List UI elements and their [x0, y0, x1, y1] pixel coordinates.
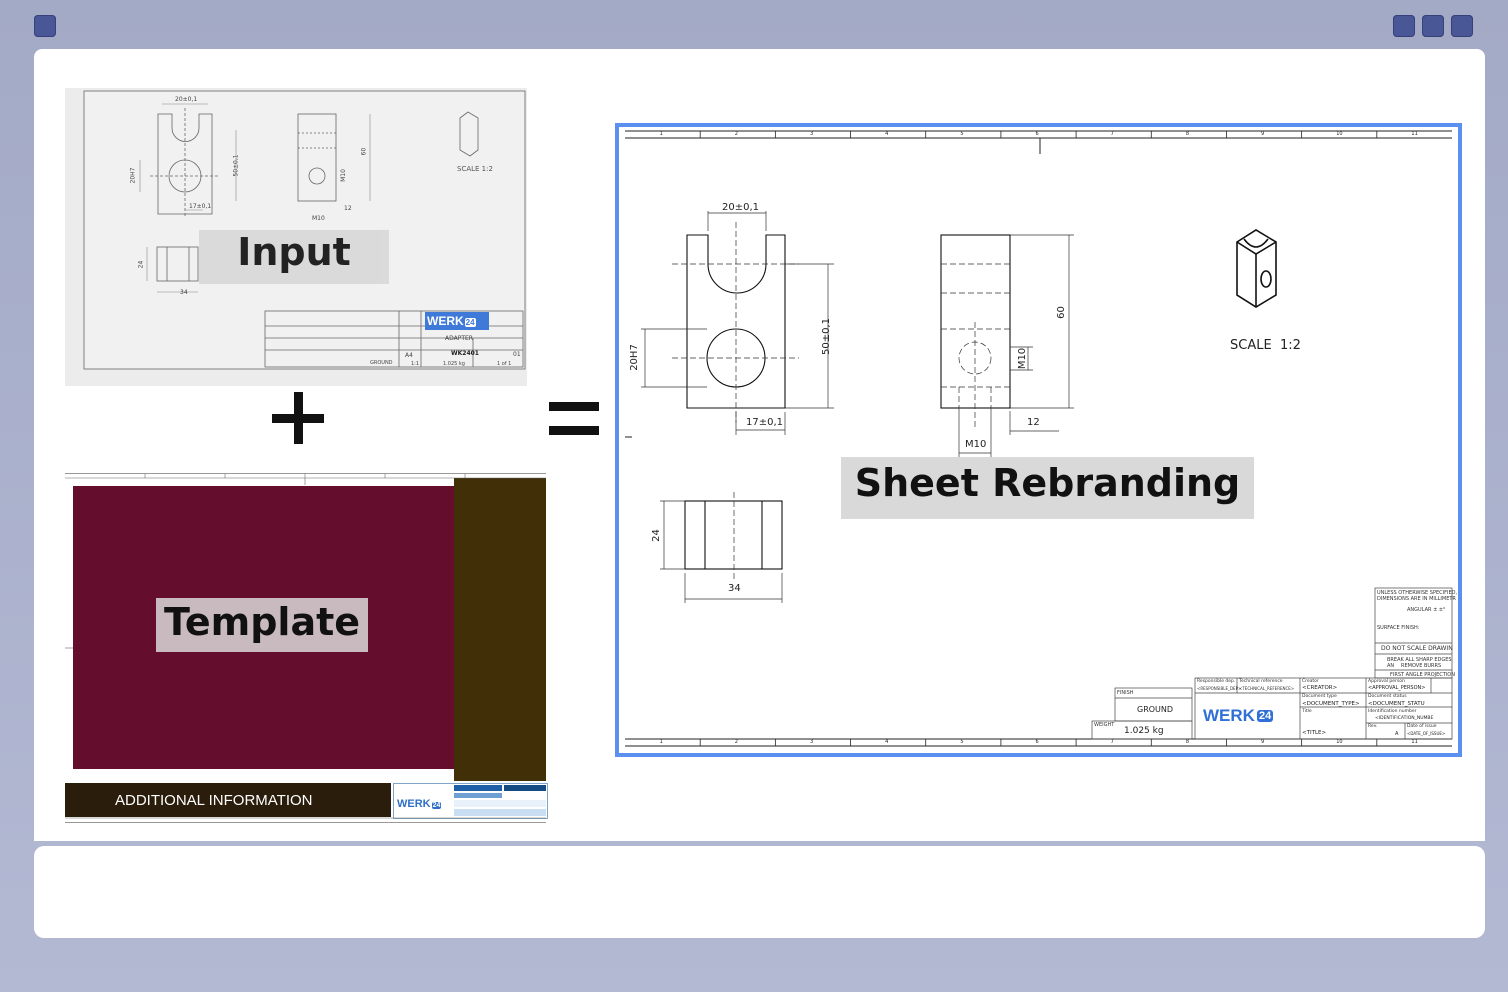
ruler-number: 4 [885, 739, 889, 745]
tb-approval-value: <APPROVAL_PERSON> [1368, 685, 1426, 691]
ruler-number: 10 [1336, 131, 1343, 137]
notes-no-scale: DO NOT SCALE DRAWIN [1381, 645, 1453, 652]
input-dim-thread: M10 [312, 215, 325, 222]
input-dim-total: 60 [360, 147, 368, 156]
input-part-no: WK2401 [451, 350, 479, 357]
maximize-button[interactable] [1422, 15, 1444, 37]
tb-tech-value: <TECHNICAL_REFERENCE> [1239, 686, 1295, 691]
tb-doctype-label: Document type [1302, 694, 1337, 699]
ruler-number: 4 [885, 131, 889, 137]
tb-resp-value: <RESPONSIBLE_DEP> [1197, 686, 1242, 691]
tb-title-label: Title [1302, 709, 1312, 714]
notes-surface: SURFACE FINISH: [1377, 625, 1420, 631]
equals-icon [549, 402, 599, 438]
ruler-number: 9 [1261, 131, 1265, 137]
output-dim-hole: 20H7 [628, 344, 640, 371]
ruler-number: 8 [1185, 131, 1190, 137]
weight-label: WEIGHT [1094, 722, 1115, 728]
sheet-rebranding-label: Sheet Rebranding [841, 457, 1254, 519]
input-rev: 01 [513, 351, 521, 358]
tb-docstatus-label: Document status [1368, 694, 1407, 699]
input-finish: GROUND [370, 360, 393, 366]
ruler-number: 5 [960, 131, 964, 137]
input-brand-num: 24 [464, 318, 476, 327]
ruler-number: 2 [734, 131, 738, 137]
ruler-number: 6 [1035, 131, 1039, 137]
output-dim-thread-h: M10 [965, 439, 987, 450]
input-dim-width: 20±0,1 [175, 96, 198, 103]
window-menu-button[interactable] [34, 15, 56, 37]
output-dim-side: 12 [1027, 417, 1040, 428]
input-dim-height: 50±0,1 [232, 154, 240, 177]
ruler-number: 3 [809, 739, 814, 745]
notes-break2: REMOVE BURRS [1401, 663, 1442, 669]
bottom-input-panel[interactable] [34, 846, 1485, 938]
minimize-button[interactable] [1393, 15, 1415, 37]
weight-value: 1.025 kg [1124, 726, 1164, 736]
input-weight: 1.025 kg [443, 361, 465, 367]
input-label: Input [199, 230, 389, 284]
input-brand-logo: WERK 24 [427, 314, 476, 328]
input-dim-offset: 17±0,1 [189, 203, 212, 210]
finish-label: FINISH [1117, 690, 1134, 696]
output-dim-total: 60 [1055, 306, 1067, 319]
tb-ident-value: <IDENTIFICATION_NUMBE [1375, 716, 1434, 721]
input-dim-thread-v: M10 [339, 169, 347, 182]
ruler-number: 7 [1110, 131, 1114, 137]
output-brand-logo: WERK 24 [1203, 706, 1274, 726]
tb-creator-value: <CREATOR> [1302, 685, 1338, 691]
tb-ident-label: Identification number [1368, 709, 1417, 714]
output-dim-offset: 17±0,1 [746, 417, 784, 428]
notes-projection: FIRST ANGLE PROJECTION [1390, 672, 1455, 678]
plus-icon [272, 392, 324, 444]
notes-angular: ANGULAR ± ±° [1407, 607, 1446, 613]
ruler-number: 3 [809, 131, 814, 137]
input-scale-cell: 1:1 [411, 361, 420, 367]
input-sheet: 1 of 1 [497, 361, 512, 367]
tb-creator-label: Creator [1302, 679, 1319, 684]
tb-docstatus-value: <DOCUMENT_STATU [1368, 701, 1425, 707]
input-scale: SCALE 1:2 [457, 165, 493, 173]
output-dim-width: 20±0,1 [722, 202, 760, 213]
output-scale: SCALE 1:2 [1230, 338, 1301, 353]
ruler-number: 5 [960, 739, 964, 745]
output-dim-height: 50±0,1 [821, 317, 833, 356]
close-button[interactable] [1451, 15, 1473, 37]
tb-rev-label: Rev. [1368, 724, 1378, 729]
input-title: ADAPTER [445, 335, 473, 342]
tb-tech-label: Technical reference [1239, 679, 1283, 684]
finish-value: GROUND [1137, 705, 1174, 714]
ruler-number: 1 [659, 739, 663, 745]
tb-approval-label: Approval person [1368, 679, 1405, 684]
output-dim-thread-v: M10 [1017, 347, 1029, 370]
input-dim-side: 12 [344, 205, 352, 212]
tb-resp-label: Responsible dep. [1197, 679, 1236, 684]
ruler-number: 1 [659, 131, 663, 137]
ruler-number: 8 [1185, 739, 1190, 745]
ruler-number: 11 [1411, 739, 1418, 745]
input-dim-hole: 20H7 [129, 167, 137, 184]
ruler-number: 11 [1411, 131, 1418, 137]
output-sheet-card: 1 2 3 4 5 6 7 8 9 10 11 1 2 3 4 5 6 7 8 9 10 11 20±0,1 20H7 … [615, 123, 1462, 757]
output-dim-bottom-h: 24 [650, 529, 662, 542]
tb-rev-value: A [1395, 731, 1399, 737]
input-size: A4 [405, 352, 413, 359]
input-dim-bottom-w: 34 [180, 289, 188, 296]
output-brand-num: 24 [1256, 710, 1274, 722]
input-dim-bottom-h: 24 [137, 260, 145, 269]
notes-dims: DIMENSIONS ARE IN MILLIMETR [1377, 596, 1456, 602]
ruler-number: 2 [734, 739, 738, 745]
ruler-number: 6 [1035, 739, 1039, 745]
ruler-number: 9 [1261, 739, 1265, 745]
tb-date-label: Date of issue [1407, 724, 1437, 729]
tb-date-value: <DATE_OF_ISSUE> [1407, 731, 1446, 736]
tb-doctype-value: <DOCUMENT_TYPE> [1302, 701, 1360, 707]
tb-title-value: <TITLE> [1302, 730, 1327, 736]
ruler-number: 10 [1336, 739, 1343, 745]
output-dim-bottom-w: 34 [728, 583, 741, 594]
ruler-number: 7 [1110, 739, 1114, 745]
output-brand-text: WERK [1203, 706, 1255, 725]
template-label: Template [156, 598, 368, 652]
input-brand-text: WERK [427, 314, 464, 328]
